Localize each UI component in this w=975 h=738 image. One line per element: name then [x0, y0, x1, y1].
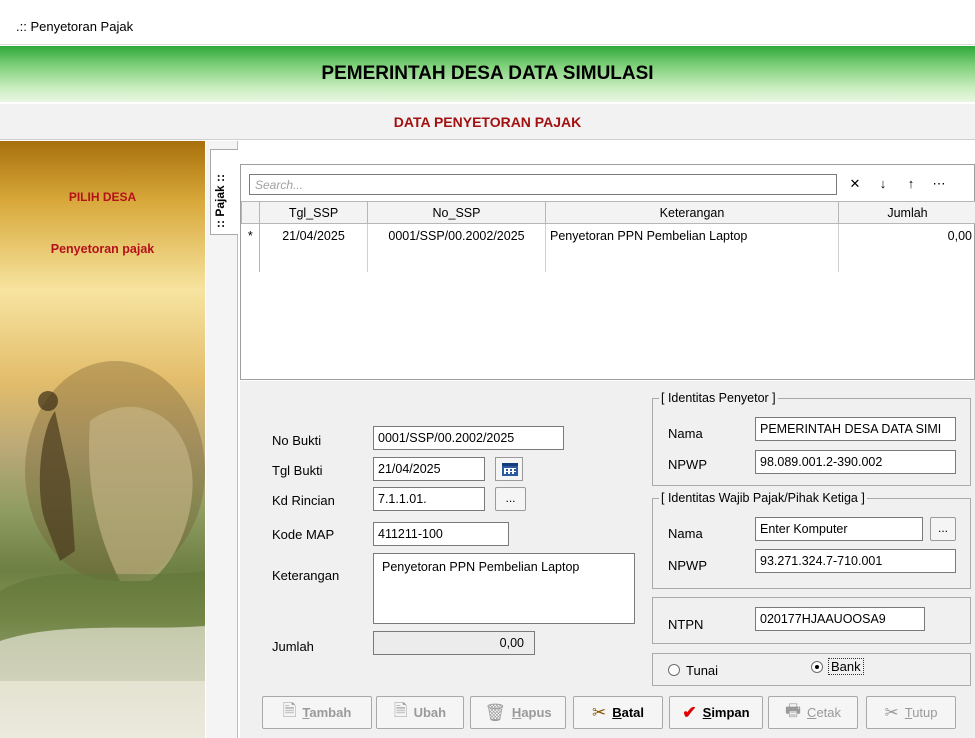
- wajib-pajak-npwp-label: NPWP: [668, 558, 707, 573]
- more-icon[interactable]: ⋯: [931, 176, 947, 192]
- simpan-label-rest: impan: [711, 705, 750, 720]
- table-row[interactable]: * 21/04/2025 0001/SSP/00.2002/2025 Penye…: [241, 223, 975, 248]
- hapus-button[interactable]: 🗑 Hapus: [470, 696, 566, 729]
- farmer-illustration: [0, 361, 205, 738]
- batal-button[interactable]: ✂ Batal: [573, 696, 663, 729]
- search-input[interactable]: [249, 174, 837, 195]
- radio-bank[interactable]: [811, 661, 823, 673]
- window-titlebar: .:: Penyetoran Pajak: [0, 0, 975, 45]
- section-title: DATA PENYETORAN PAJAK: [393, 114, 582, 130]
- tgl-bukti-label: Tgl Bukti: [272, 463, 323, 478]
- arrow-up-icon[interactable]: ↑: [903, 176, 919, 191]
- pilih-desa-label[interactable]: PILIH DESA: [0, 190, 205, 204]
- hapus-label-rest: apus: [521, 705, 552, 720]
- cetak-label-rest: etak: [816, 705, 842, 720]
- tambah-button[interactable]: 🗎 Tambah: [262, 696, 372, 729]
- wajib-pajak-lookup-button[interactable]: ...: [930, 517, 956, 541]
- ssp-table: Tgl_SSP No_SSP Keterangan Jumlah * 21/04…: [241, 201, 975, 272]
- penyetor-nama-label: Nama: [668, 426, 703, 441]
- ubah-button[interactable]: 🗎 Ubah: [376, 696, 464, 729]
- no-bukti-label: No Bukti: [272, 433, 322, 448]
- tgl-bukti-field[interactable]: [373, 457, 485, 481]
- table-empty-area: [241, 247, 975, 272]
- batal-label-rest: atal: [621, 705, 645, 720]
- delete-icon: 🗑: [484, 702, 506, 722]
- keterangan-textarea[interactable]: Penyetoran PPN Pembelian Laptop: [373, 553, 635, 624]
- printer-icon: 🖶: [784, 701, 802, 720]
- banner-title: PEMERINTAH DESA DATA SIMULASI: [321, 63, 654, 84]
- column-header-jumlah[interactable]: Jumlah: [838, 201, 975, 224]
- tab-pajak[interactable]: :: Pajak ::: [210, 149, 238, 235]
- kd-rincian-lookup-button[interactable]: ...: [495, 487, 526, 511]
- batal-label-underline: B: [612, 705, 622, 720]
- column-header-tgl-ssp[interactable]: Tgl_SSP: [259, 201, 368, 224]
- tambah-label-rest: ambah: [309, 705, 352, 720]
- column-header-keterangan[interactable]: Keterangan: [545, 201, 839, 224]
- edit-document-icon: 🗎: [393, 701, 408, 720]
- cell-jumlah[interactable]: 0,00: [838, 223, 975, 248]
- tab-pajak-label: :: Pajak ::: [213, 173, 227, 228]
- simpan-label-underline: S: [702, 705, 712, 720]
- table-header-row: Tgl_SSP No_SSP Keterangan Jumlah: [241, 201, 975, 224]
- no-bukti-field[interactable]: [373, 426, 564, 450]
- kd-rincian-label: Kd Rincian: [272, 493, 335, 508]
- left-panel: PILIH DESA Penyetoran pajak: [0, 141, 205, 738]
- radio-tunai-label[interactable]: Tunai: [686, 663, 718, 678]
- jumlah-label: Jumlah: [272, 639, 314, 654]
- ntpn-field[interactable]: [755, 607, 925, 631]
- add-document-icon: 🗎: [282, 701, 297, 720]
- kode-map-label: Kode MAP: [272, 527, 335, 542]
- cell-no-ssp[interactable]: 0001/SSP/00.2002/2025: [367, 223, 546, 248]
- simpan-button[interactable]: ✔ Simpan: [669, 696, 763, 729]
- close-icon[interactable]: ✕: [847, 176, 863, 192]
- side-tab-strip: :: Pajak ::: [206, 141, 238, 738]
- section-header: DATA PENYETORAN PAJAK: [0, 104, 975, 140]
- penyetor-npwp-label: NPWP: [668, 457, 707, 472]
- tutup-button[interactable]: ✂ Tutup: [866, 696, 956, 729]
- penyetoran-pajak-label[interactable]: Penyetoran pajak: [0, 242, 205, 256]
- jumlah-field[interactable]: [373, 631, 535, 655]
- wajib-pajak-nama-label: Nama: [668, 526, 703, 541]
- keterangan-label: Keterangan: [272, 568, 340, 583]
- form-panel: No Bukti Tgl Bukti Kd Rincian ... Kode M…: [240, 381, 975, 738]
- penyetor-legend: [ Identitas Penyetor ]: [661, 391, 776, 405]
- ubah-label: Ubah: [413, 705, 447, 720]
- column-header-no-ssp[interactable]: No_SSP: [367, 201, 546, 224]
- cell-keterangan[interactable]: Penyetoran PPN Pembelian Laptop: [545, 223, 839, 248]
- window-title: .:: Penyetoran Pajak: [16, 19, 134, 34]
- radio-tunai[interactable]: [668, 664, 680, 676]
- app-banner: PEMERINTAH DESA DATA SIMULASI: [0, 46, 975, 102]
- penyetor-npwp-field[interactable]: [755, 450, 956, 474]
- row-marker-header: [241, 201, 260, 224]
- wajib-pajak-legend: [ Identitas Wajib Pajak/Pihak Ketiga ]: [661, 491, 865, 505]
- ntpn-label: NTPN: [668, 617, 704, 632]
- data-grid: ✕ ↓ ↑ ⋯ Tgl_SSP No_SSP Keterangan Jumlah…: [240, 164, 975, 380]
- cancel-icon: ✂: [591, 702, 607, 722]
- penyetor-nama-field[interactable]: [755, 417, 956, 441]
- hapus-label-underline: H: [511, 705, 522, 720]
- arrow-down-icon[interactable]: ↓: [875, 176, 891, 191]
- calendar-icon[interactable]: [495, 457, 523, 481]
- row-marker: *: [241, 223, 260, 248]
- kode-map-field[interactable]: [373, 522, 509, 546]
- radio-bank-label[interactable]: Bank: [828, 658, 864, 675]
- kd-rincian-field[interactable]: [373, 487, 485, 511]
- tutup-label-rest: utup: [912, 705, 938, 720]
- cell-tgl-ssp[interactable]: 21/04/2025: [259, 223, 368, 248]
- wajib-pajak-nama-field[interactable]: [755, 517, 923, 541]
- checkmark-icon: ✔: [682, 702, 697, 722]
- exit-icon: ✂: [884, 702, 899, 722]
- cetak-button[interactable]: 🖶 Cetak: [768, 696, 858, 729]
- wajib-pajak-npwp-field[interactable]: [755, 549, 956, 573]
